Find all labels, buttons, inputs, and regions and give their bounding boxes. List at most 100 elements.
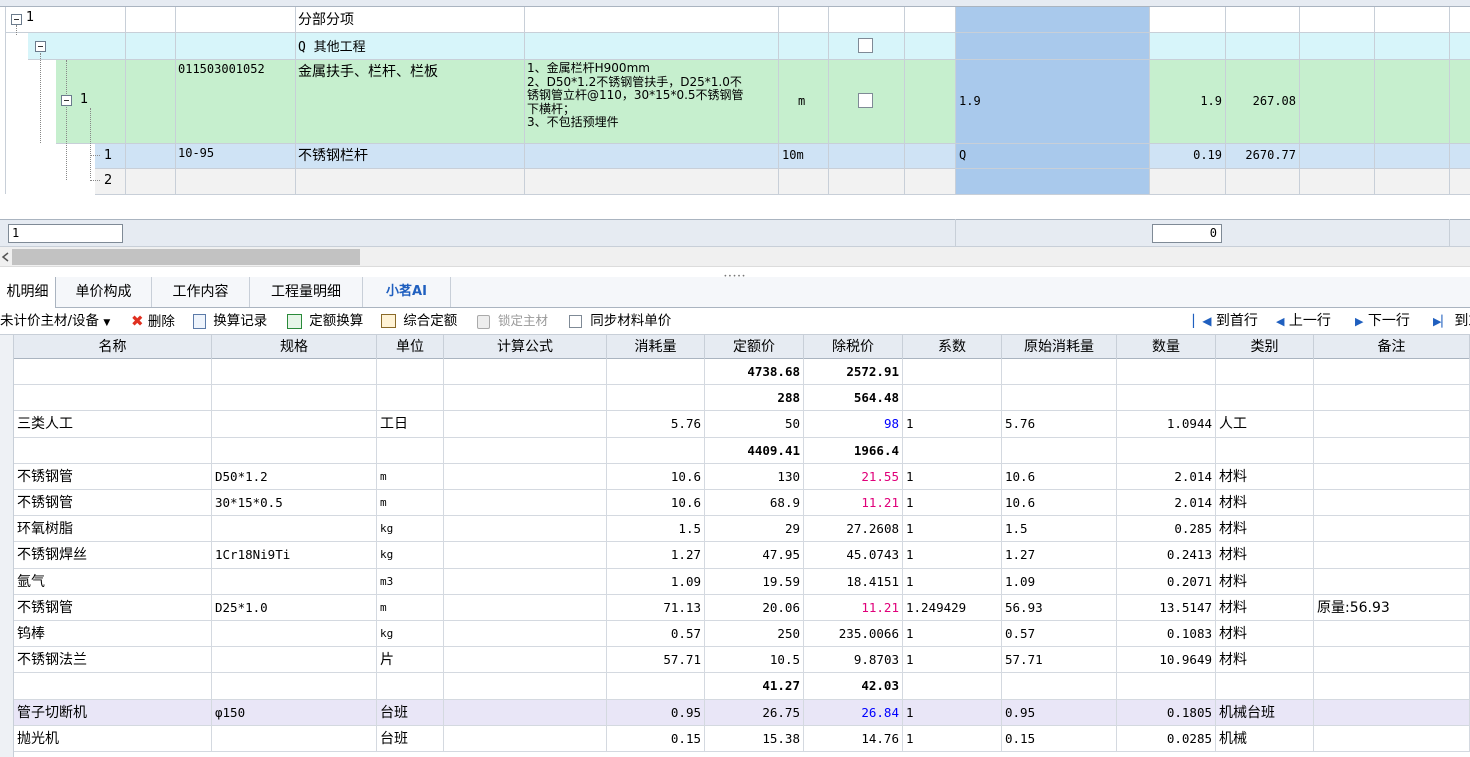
cell-formula[interactable] [444, 359, 607, 386]
cell-orig[interactable]: 1.09 [1002, 568, 1117, 595]
cell-spec[interactable] [212, 359, 377, 386]
cell-quota-price[interactable]: 4738.68 [705, 359, 804, 386]
cell-coef[interactable]: 1 [903, 411, 1002, 438]
cell-coef[interactable]: 1 [903, 490, 1002, 517]
cell-formula[interactable] [444, 568, 607, 595]
column-header-unit[interactable]: 单位 [377, 335, 444, 359]
first-row-button[interactable]: ▏◀ 到首行 [1193, 308, 1258, 334]
cell-spec[interactable]: 1Cr18Ni9Ti [212, 542, 377, 569]
cell-quota-price[interactable]: 41.27 [705, 673, 804, 700]
cell-quota-price[interactable]: 15.38 [705, 725, 804, 752]
cell-category[interactable] [1216, 437, 1314, 464]
column-header-qty[interactable]: 数量 [1117, 335, 1216, 359]
cell-spec[interactable] [212, 621, 377, 648]
cell-category[interactable] [1216, 359, 1314, 386]
cell-consumption[interactable]: 1.09 [607, 568, 705, 595]
cell-quota-price[interactable]: 250 [705, 621, 804, 648]
cell-note[interactable] [1314, 673, 1470, 700]
cell-orig[interactable]: 56.93 [1002, 594, 1117, 621]
column-header-category[interactable]: 类别 [1216, 335, 1314, 359]
cell-name[interactable]: 氩气 [14, 568, 212, 595]
cell-quota-price[interactable]: 26.75 [705, 699, 804, 726]
cell-note[interactable] [1314, 437, 1470, 464]
cell-consumption[interactable]: 71.13 [607, 594, 705, 621]
cell-unit[interactable]: kg [377, 516, 444, 543]
cell-note[interactable] [1314, 385, 1470, 412]
convert-record-button[interactable]: 换算记录 [193, 308, 267, 334]
cell-note[interactable] [1314, 411, 1470, 438]
cell-note[interactable] [1314, 463, 1470, 490]
cell-unit[interactable]: 台班 [377, 699, 444, 726]
quota-formula[interactable]: Q [959, 148, 966, 162]
cell-qty[interactable]: 0.2413 [1117, 542, 1216, 569]
cell-note[interactable] [1314, 359, 1470, 386]
cell-unit[interactable] [377, 359, 444, 386]
cell-note[interactable] [1314, 621, 1470, 648]
cell-note[interactable] [1314, 725, 1470, 752]
cell-name[interactable] [14, 359, 212, 386]
last-row-button[interactable]: ▶▏ 到末行 [1433, 308, 1470, 334]
cell-consumption[interactable]: 0.15 [607, 725, 705, 752]
cell-note[interactable]: 原量:56.93 [1314, 594, 1470, 621]
item-formula[interactable]: 1.9 [959, 94, 981, 108]
cell-name[interactable]: 钨棒 [14, 621, 212, 648]
cell-category[interactable]: 材料 [1216, 594, 1314, 621]
cell-orig[interactable] [1002, 437, 1117, 464]
local-overprice-checkbox[interactable] [858, 38, 873, 53]
cell-coef[interactable]: 1.249429 [903, 594, 1002, 621]
tab-detail[interactable]: 机明细 [0, 277, 56, 308]
column-header-coef[interactable]: 系数 [903, 335, 1002, 359]
cell-consumption[interactable]: 0.95 [607, 699, 705, 726]
cell-category[interactable]: 材料 [1216, 490, 1314, 517]
cell-coef[interactable] [903, 385, 1002, 412]
cell-spec[interactable] [212, 516, 377, 543]
cell-unit[interactable]: 片 [377, 647, 444, 674]
cell-orig[interactable]: 0.95 [1002, 699, 1117, 726]
cell-formula[interactable] [444, 673, 607, 700]
next-row-button[interactable]: ▶ 下一行 [1355, 308, 1410, 334]
delete-button[interactable]: ✖ 删除 [131, 308, 175, 334]
cell-coef[interactable]: 1 [903, 647, 1002, 674]
cell-category[interactable]: 机械 [1216, 725, 1314, 752]
cell-category[interactable]: 材料 [1216, 542, 1314, 569]
cell-consumption[interactable]: 10.6 [607, 463, 705, 490]
cell-formula[interactable] [444, 463, 607, 490]
cell-name[interactable]: 抛光机 [14, 725, 212, 752]
cell-qty[interactable]: 0.0285 [1117, 725, 1216, 752]
cell-name[interactable] [14, 437, 212, 464]
cell-category[interactable]: 机械台班 [1216, 699, 1314, 726]
cell-qty[interactable]: 13.5147 [1117, 594, 1216, 621]
horizontal-scrollbar[interactable] [0, 247, 1470, 267]
cell-spec[interactable] [212, 725, 377, 752]
prev-row-button[interactable]: ◀ 上一行 [1276, 308, 1331, 334]
cell-tax-excl[interactable]: 2572.91 [804, 359, 903, 386]
cell-unit[interactable]: m3 [377, 568, 444, 595]
cell-tax-excl[interactable]: 42.03 [804, 673, 903, 700]
cell-formula[interactable] [444, 647, 607, 674]
cell-tax-excl[interactable]: 235.0066 [804, 621, 903, 648]
cell-consumption[interactable] [607, 437, 705, 464]
cell-name[interactable]: 不锈钢焊丝 [14, 542, 212, 569]
cell-orig[interactable] [1002, 673, 1117, 700]
cell-note[interactable] [1314, 516, 1470, 543]
cell-formula[interactable] [444, 725, 607, 752]
cell-qty[interactable] [1117, 385, 1216, 412]
cell-category[interactable]: 材料 [1216, 568, 1314, 595]
cell-qty[interactable]: 2.014 [1117, 490, 1216, 517]
cell-unit[interactable]: m [377, 594, 444, 621]
cell-consumption[interactable]: 10.6 [607, 490, 705, 517]
column-header-consumption[interactable]: 消耗量 [607, 335, 705, 359]
cell-orig[interactable] [1002, 359, 1117, 386]
cell-spec[interactable]: φ150 [212, 699, 377, 726]
composite-quota-button[interactable]: 综合定额 [381, 308, 457, 334]
cell-name[interactable]: 环氧树脂 [14, 516, 212, 543]
cell-orig[interactable]: 1.27 [1002, 542, 1117, 569]
column-header-orig[interactable]: 原始消耗量 [1002, 335, 1117, 359]
cell-unit[interactable] [377, 437, 444, 464]
cell-category[interactable]: 材料 [1216, 463, 1314, 490]
cell-category[interactable]: 材料 [1216, 516, 1314, 543]
cell-quota-price[interactable]: 288 [705, 385, 804, 412]
cell-tax-excl[interactable]: 1966.4 [804, 437, 903, 464]
cell-consumption[interactable] [607, 385, 705, 412]
cell-coef[interactable]: 1 [903, 463, 1002, 490]
